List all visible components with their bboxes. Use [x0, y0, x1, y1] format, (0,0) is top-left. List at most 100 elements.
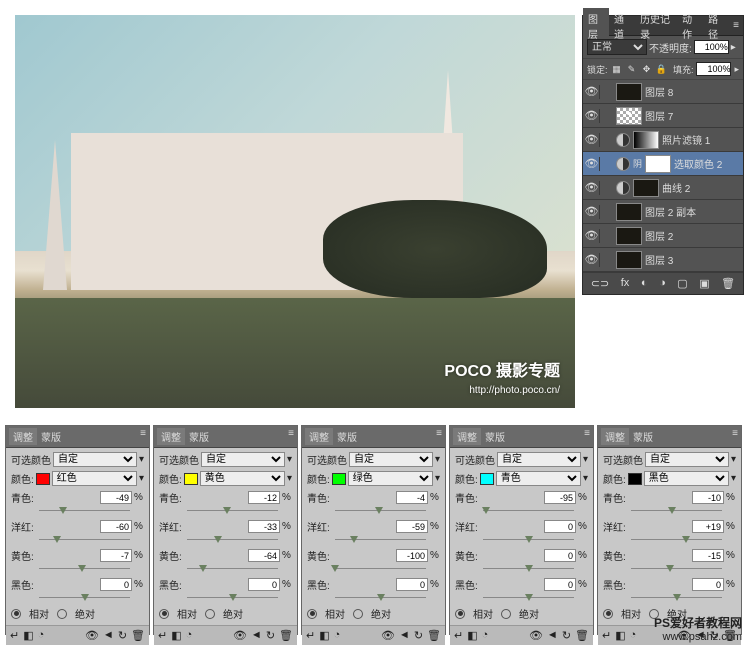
layer-name[interactable]: 图层 8 [645, 84, 673, 99]
dropdown-icon[interactable]: ▾ [731, 473, 736, 484]
tab-mask[interactable]: 蒙版 [629, 428, 657, 445]
cyan-value-input[interactable] [248, 491, 280, 504]
preset-select[interactable]: 自定 [53, 452, 137, 467]
tab-paths[interactable]: 路径 [703, 8, 729, 44]
cyan-slider[interactable] [631, 507, 722, 515]
cyan-value-input[interactable] [396, 491, 428, 504]
lock-move-icon[interactable]: ✥ [641, 63, 653, 75]
panel-menu-icon[interactable]: ≡ [288, 428, 294, 445]
prev-icon[interactable]: ◄ [399, 629, 410, 642]
return-icon[interactable]: ↵ [10, 629, 19, 642]
trash-icon[interactable]: 🗑 [427, 629, 441, 642]
color-select[interactable]: 黄色 [200, 471, 285, 486]
tab-actions[interactable]: 动作 [677, 8, 703, 44]
prev-icon[interactable]: ◄ [547, 629, 558, 642]
yellow-value-input[interactable] [692, 549, 724, 562]
expand-icon[interactable]: ◧ [23, 629, 33, 642]
layer-thumbnail[interactable] [616, 107, 642, 125]
layer-thumbnail[interactable] [616, 83, 642, 101]
magenta-value-input[interactable] [692, 520, 724, 533]
black-slider[interactable] [335, 594, 426, 602]
cyan-slider[interactable] [335, 507, 426, 515]
preset-select[interactable]: 自定 [497, 452, 581, 467]
yellow-value-input[interactable] [396, 549, 428, 562]
visibility-icon[interactable]: 👁 [586, 229, 600, 243]
lock-all-icon[interactable]: 🔒 [656, 63, 668, 75]
yellow-slider[interactable] [187, 565, 278, 573]
cyan-value-input[interactable] [544, 491, 576, 504]
layer-name[interactable]: 图层 3 [645, 252, 673, 267]
magenta-slider[interactable] [483, 536, 574, 544]
dropdown-icon[interactable]: ▾ [139, 473, 144, 484]
magenta-slider[interactable] [39, 536, 130, 544]
fill-arrow-icon[interactable]: ▸ [734, 64, 739, 75]
trash-icon[interactable]: 🗑 [575, 629, 589, 642]
lock-brush-icon[interactable]: ✎ [626, 63, 638, 75]
cyan-slider[interactable] [187, 507, 278, 515]
reset-icon[interactable]: ↻ [562, 629, 571, 642]
layer-item[interactable]: 👁 图层 8 [583, 80, 743, 104]
layer-item[interactable]: 👁 图层 2 副本 [583, 200, 743, 224]
clip-icon[interactable]: ◔ [334, 629, 341, 642]
expand-icon[interactable]: ◧ [319, 629, 329, 642]
dropdown-icon[interactable]: ▾ [139, 454, 144, 465]
return-icon[interactable]: ↵ [306, 629, 315, 642]
fill-input[interactable] [696, 62, 731, 76]
return-icon[interactable]: ↵ [454, 629, 463, 642]
magenta-slider[interactable] [631, 536, 722, 544]
clip-icon[interactable]: ◔ [482, 629, 489, 642]
lock-transparent-icon[interactable]: ▦ [611, 63, 623, 75]
layer-item[interactable]: 👁图层 2 [583, 224, 743, 248]
magenta-value-input[interactable] [248, 520, 280, 533]
relative-radio[interactable] [159, 609, 169, 619]
cyan-value-input[interactable] [100, 491, 132, 504]
dropdown-icon[interactable]: ▾ [287, 473, 292, 484]
preset-select[interactable]: 自定 [349, 452, 433, 467]
expand-icon[interactable]: ◧ [171, 629, 181, 642]
eye-icon[interactable]: 👁 [381, 629, 395, 642]
panel-menu-icon[interactable]: ≡ [732, 428, 738, 445]
dropdown-icon[interactable]: ▾ [287, 454, 292, 465]
tab-adjustments[interactable]: 调整 [157, 428, 185, 445]
dropdown-icon[interactable]: ▾ [583, 473, 588, 484]
layer-item[interactable]: 👁阴选取颜色 2 [583, 152, 743, 176]
return-icon[interactable]: ↵ [158, 629, 167, 642]
layer-name[interactable]: 图层 2 副本 [645, 204, 696, 219]
panel-menu-icon[interactable]: ≡ [436, 428, 442, 445]
black-value-input[interactable] [396, 578, 428, 591]
reset-icon[interactable]: ↻ [414, 629, 423, 642]
visibility-icon[interactable]: 👁 [586, 133, 600, 147]
trash-icon[interactable]: 🗑 [279, 629, 293, 642]
black-value-input[interactable] [692, 578, 724, 591]
visibility-icon[interactable]: 👁 [586, 205, 600, 219]
black-value-input[interactable] [248, 578, 280, 591]
layer-item[interactable]: 👁 曲线 2 [583, 176, 743, 200]
visibility-icon[interactable]: 👁 [586, 85, 600, 99]
eye-icon[interactable]: 👁 [529, 629, 543, 642]
panel-menu-icon[interactable]: ≡ [584, 428, 590, 445]
layer-name[interactable]: 曲线 2 [662, 180, 690, 195]
mask-icon[interactable]: ◐ [641, 277, 648, 290]
opacity-arrow-icon[interactable]: ▸ [731, 42, 736, 53]
expand-icon[interactable]: ◧ [615, 629, 625, 642]
layer-thumbnail[interactable] [633, 179, 659, 197]
tab-mask[interactable]: 蒙版 [333, 428, 361, 445]
relative-radio[interactable] [307, 609, 317, 619]
adjustment-icon[interactable]: ◑ [659, 277, 666, 290]
color-select[interactable]: 黑色 [644, 471, 729, 486]
return-icon[interactable]: ↵ [602, 629, 611, 642]
visibility-icon[interactable]: 👁 [586, 181, 600, 195]
layer-item[interactable]: 👁图层 7 [583, 104, 743, 128]
absolute-radio[interactable] [205, 609, 215, 619]
black-slider[interactable] [187, 594, 278, 602]
blend-mode-select[interactable]: 正常 [587, 39, 647, 55]
magenta-value-input[interactable] [396, 520, 428, 533]
tab-mask[interactable]: 蒙版 [185, 428, 213, 445]
yellow-slider[interactable] [335, 565, 426, 573]
clip-icon[interactable]: ◔ [38, 629, 45, 642]
black-slider[interactable] [39, 594, 130, 602]
visibility-icon[interactable]: 👁 [586, 109, 600, 123]
clip-icon[interactable]: ◔ [630, 629, 637, 642]
absolute-radio[interactable] [501, 609, 511, 619]
dropdown-icon[interactable]: ▾ [731, 454, 736, 465]
